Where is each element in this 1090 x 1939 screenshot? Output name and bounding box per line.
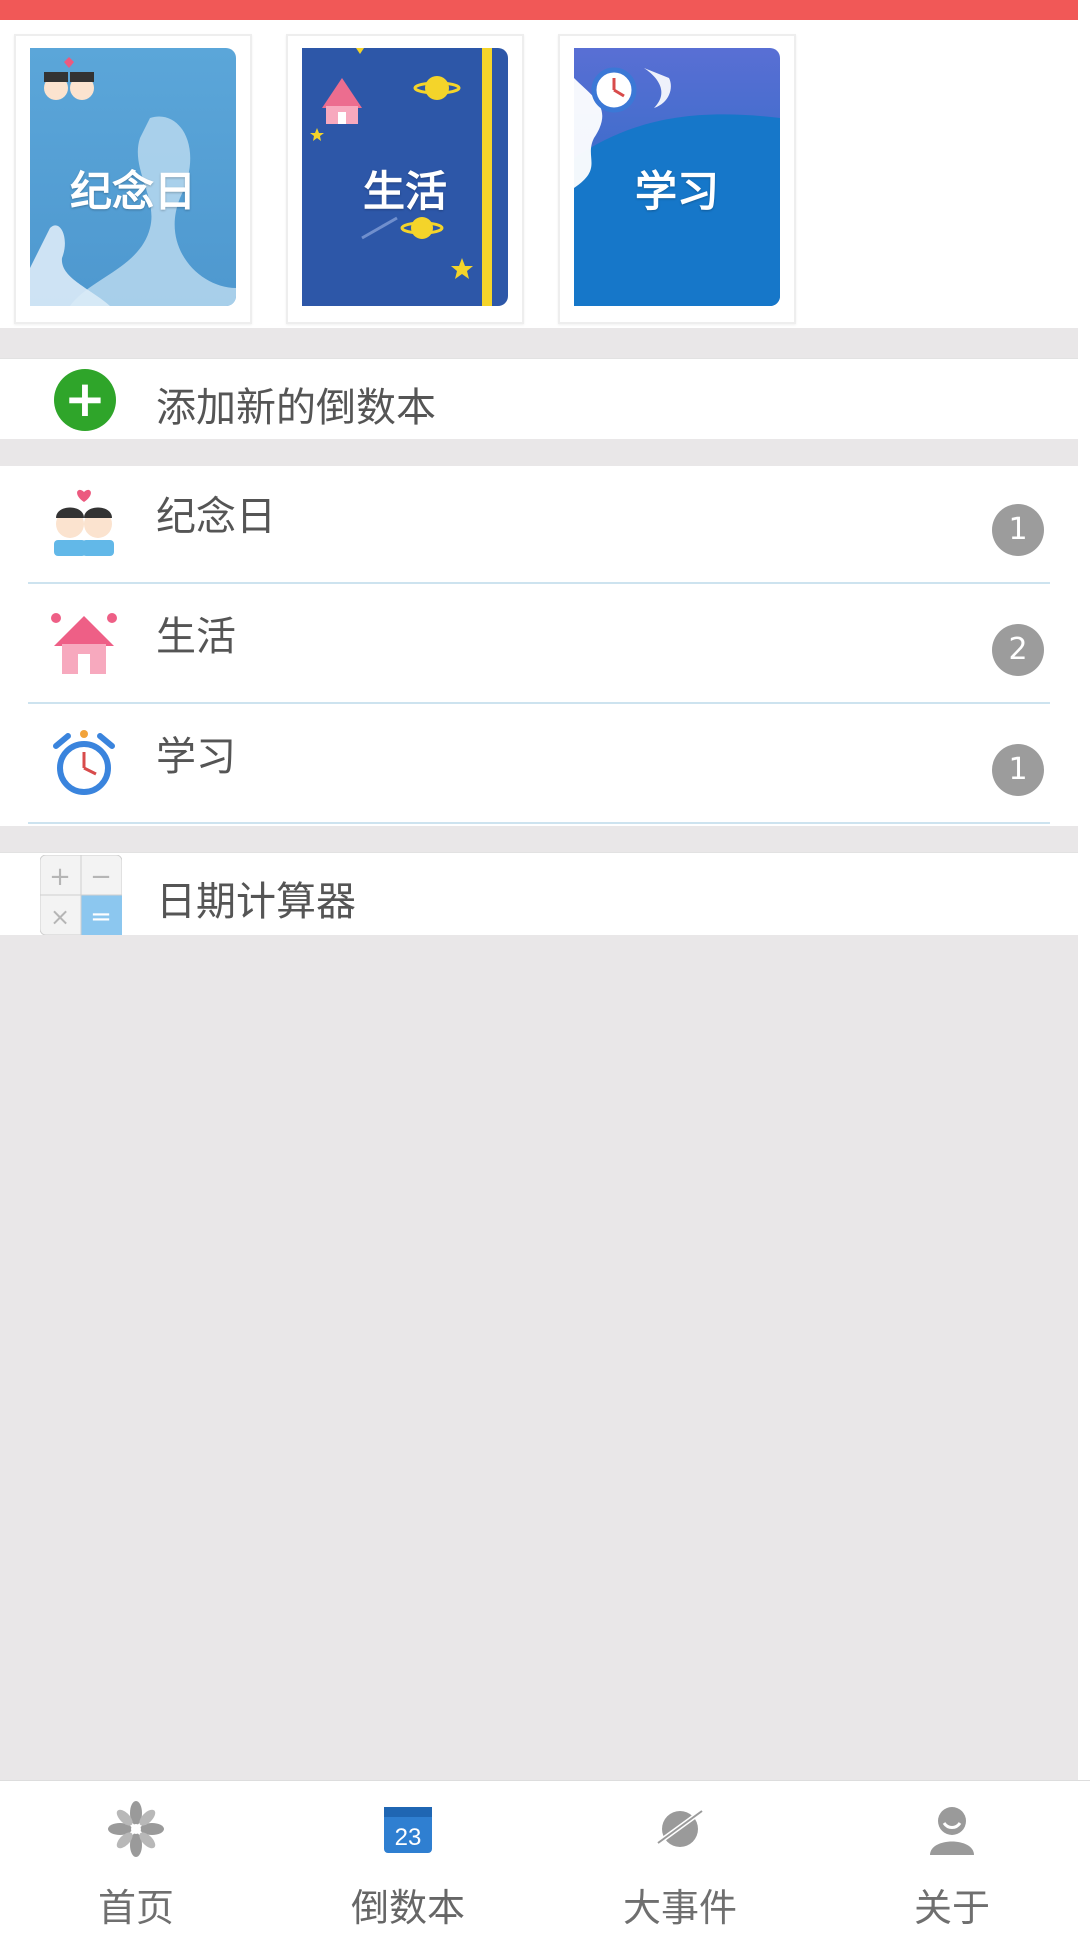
- section-gap: [0, 439, 1078, 466]
- divider: [28, 582, 1050, 584]
- book-card-study[interactable]: 学习: [558, 34, 796, 324]
- count-badge: 1: [992, 744, 1044, 796]
- flower-icon: [108, 1801, 164, 1857]
- list-item-label: 学习: [156, 734, 236, 780]
- list-item-label: 纪念日: [156, 494, 276, 540]
- tab-events[interactable]: 大事件: [544, 1781, 816, 1939]
- tab-label: 倒数本: [350, 1886, 465, 1930]
- calendar-day-number: 23: [395, 1824, 422, 1851]
- bottom-tab-bar: 首页 23 倒数本 大事件 关于: [0, 1780, 1090, 1939]
- list-item-study[interactable]: 学习 1: [0, 706, 1078, 824]
- book-title: 生活: [362, 167, 447, 216]
- book-title: 纪念日: [69, 167, 196, 216]
- date-calculator-row[interactable]: + − × = 日期计算器: [0, 852, 1078, 936]
- list-item-label: 生活: [156, 614, 236, 660]
- calculator-icon: + − × =: [40, 855, 122, 935]
- tab-label: 大事件: [622, 1886, 737, 1930]
- svg-text:=: =: [90, 902, 112, 932]
- book-cover-row: 纪念日 生活 学习: [0, 20, 1078, 328]
- add-book-row[interactable]: + 添加新的倒数本: [0, 358, 1078, 440]
- count-badge: 1: [992, 504, 1044, 556]
- divider: [28, 702, 1050, 704]
- plus-icon: +: [54, 369, 116, 431]
- tab-home[interactable]: 首页: [0, 1781, 272, 1939]
- book-card-anniversary[interactable]: 纪念日: [14, 34, 252, 324]
- tab-about[interactable]: 关于: [816, 1781, 1088, 1939]
- list-item-life[interactable]: 生活 2: [0, 586, 1078, 704]
- house-icon: [51, 613, 117, 674]
- alarm-clock-icon: [53, 730, 115, 795]
- count-badge: 2: [992, 624, 1044, 676]
- tab-label: 关于: [913, 1886, 990, 1930]
- tab-countdown-books[interactable]: 23 倒数本: [272, 1781, 544, 1939]
- person-icon: [930, 1807, 974, 1855]
- svg-text:×: ×: [50, 903, 70, 931]
- divider: [28, 822, 1050, 824]
- section-gap: [0, 826, 1078, 852]
- empty-content-area: [0, 935, 1078, 1780]
- book-title: 学习: [634, 167, 719, 216]
- calendar-icon: 23: [384, 1807, 432, 1853]
- add-book-label: 添加新的倒数本: [156, 385, 436, 431]
- book-cover-study: 学习: [574, 48, 780, 306]
- book-list: 纪念日 1 生活 2 学习 1: [0, 466, 1078, 826]
- section-gap: [0, 328, 1078, 358]
- tab-label: 首页: [97, 1886, 174, 1930]
- svg-text:−: −: [90, 862, 112, 892]
- book-cover-life: 生活: [302, 48, 508, 306]
- list-item-anniversary[interactable]: 纪念日 1: [0, 466, 1078, 584]
- date-calculator-label: 日期计算器: [156, 879, 356, 925]
- svg-text:+: +: [49, 862, 71, 892]
- couple-icon: [54, 489, 114, 556]
- book-cover-anniversary: 纪念日: [30, 48, 236, 306]
- planet-icon: [656, 1808, 704, 1847]
- book-card-life[interactable]: 生活: [286, 34, 524, 324]
- right-gutter: [1078, 0, 1090, 1938]
- top-accent-bar: [0, 0, 1078, 20]
